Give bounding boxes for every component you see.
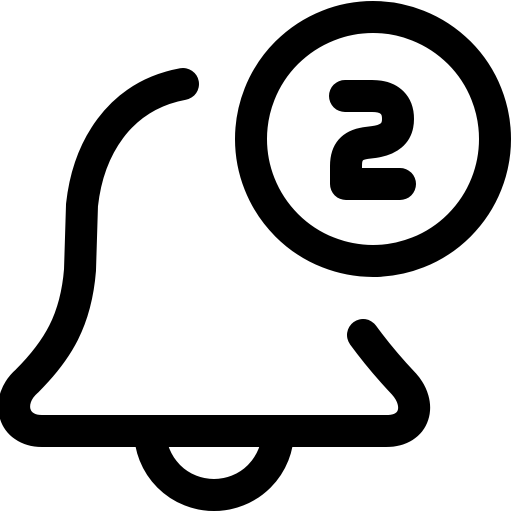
badge-number-2-icon [329,80,416,200]
bell-notification-icon [0,1,511,511]
icon-canvas [0,0,512,512]
